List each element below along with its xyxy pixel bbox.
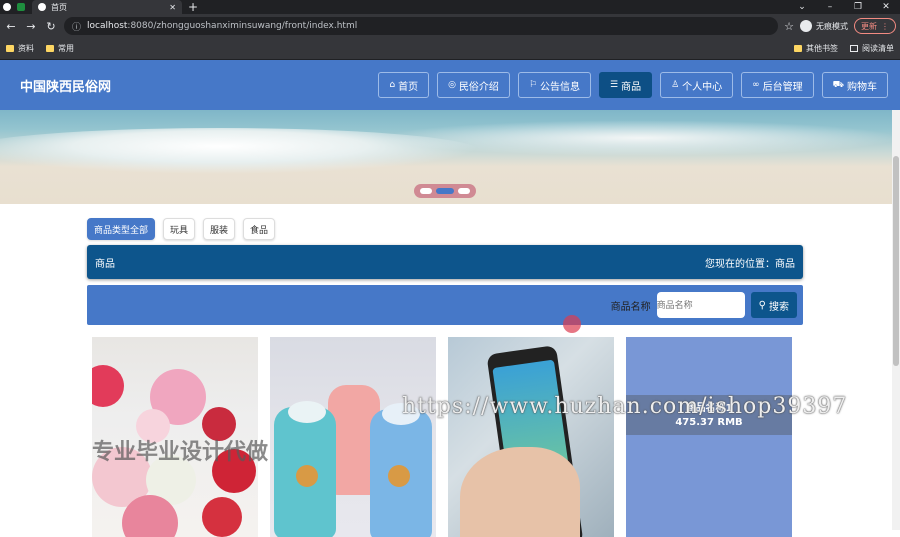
url-path: :8080/zhongguoshanximinsuwang/front/inde… xyxy=(127,21,358,31)
category-clothing[interactable]: 服装 xyxy=(203,218,236,240)
section-title: 商品 xyxy=(95,258,115,270)
search-button[interactable]: ⚲ 搜索 xyxy=(750,292,797,318)
back-icon[interactable]: ← xyxy=(4,20,18,33)
bookmark-label: 常用 xyxy=(58,44,74,53)
more-icon: ⋮ xyxy=(881,21,889,31)
main-content: 商品类型全部 玩具 服装 食品 商品 您现在的位置：商品 商品名称 ⚲ 搜索 xyxy=(87,218,803,325)
url-host: localhost xyxy=(87,21,128,31)
close-window-icon[interactable]: ✕ xyxy=(872,0,900,14)
link-icon: ∞ xyxy=(752,80,760,90)
search-label: 商品名称 xyxy=(610,301,651,313)
bookmark-label: 阅读清单 xyxy=(862,44,894,53)
bookmark-star-icon[interactable]: ☆ xyxy=(784,20,794,33)
search-input[interactable] xyxy=(656,292,745,318)
site-title: 中国陕西民俗网 xyxy=(20,79,112,95)
nav-label: 商品 xyxy=(621,81,642,93)
category-filters: 商品类型全部 玩具 服装 食品 xyxy=(87,218,803,240)
nav-label: 后台管理 xyxy=(762,81,803,93)
nav-label: 个人中心 xyxy=(682,81,723,93)
url-watermark: https://www.huzhan.com/ishop39397 xyxy=(402,394,848,419)
nav-label: 民俗介绍 xyxy=(458,81,499,93)
tab-close-icon[interactable]: ✕ xyxy=(169,3,176,12)
browser-tab-bar: 首页 ✕ + ⌄ – ❐ ✕ xyxy=(0,0,900,14)
nav-admin[interactable]: ∞ 后台管理 xyxy=(741,72,814,98)
search-bar: 商品名称 ⚲ 搜索 xyxy=(87,285,803,325)
bookmark-folder[interactable]: 资料 xyxy=(6,43,34,54)
nav-label: 购物车 xyxy=(847,81,877,93)
bookmark-folder[interactable]: 常用 xyxy=(46,43,74,54)
site-header: 中国陕西民俗网 ⌂ 首页 ◎ 民俗介绍 ⚐ 公告信息 ☰ 商品 ♙ 个人中心 ∞ 后台管理 … xyxy=(0,60,900,110)
reading-list[interactable]: 阅读清单 xyxy=(850,43,894,54)
nav-home[interactable]: ⌂ 首页 xyxy=(378,72,430,98)
nav-announcements[interactable]: ⚐ 公告信息 xyxy=(517,72,592,98)
text-watermark: 专业毕业设计代做 xyxy=(92,440,269,465)
product-card[interactable] xyxy=(448,337,614,537)
other-bookmarks[interactable]: 其他书签 xyxy=(794,43,838,54)
home-icon: ⌂ xyxy=(389,80,396,90)
main-nav: ⌂ 首页 ◎ 民俗介绍 ⚐ 公告信息 ☰ 商品 ♙ 个人中心 ∞ 后台管理 ⛟ 购物车 xyxy=(378,72,888,98)
globe-icon: ◎ xyxy=(448,80,456,90)
url-input[interactable]: ⓘ localhost:8080/zhongguoshanximinsuwang… xyxy=(64,17,779,35)
incognito-icon xyxy=(800,20,812,32)
update-button[interactable]: 更新 ⋮ xyxy=(854,18,896,34)
nav-cart[interactable]: ⛟ 购物车 xyxy=(821,72,888,98)
search-button-label: 搜索 xyxy=(769,301,789,313)
nav-label: 公告信息 xyxy=(540,81,581,93)
category-food[interactable]: 食品 xyxy=(243,218,276,240)
carousel-dot[interactable] xyxy=(420,188,432,194)
mouse-cursor xyxy=(563,315,581,333)
product-card[interactable]: 商品名称1 475.37 RMB xyxy=(626,337,792,537)
flag-icon: ⚐ xyxy=(528,80,538,90)
cart-icon: ⛟ xyxy=(832,79,844,90)
address-bar-row: ← → ↻ ⓘ localhost:8080/zhongguoshanximin… xyxy=(0,14,900,38)
nav-folk-intro[interactable]: ◎ 民俗介绍 xyxy=(437,72,510,98)
nav-personal-center[interactable]: ♙ 个人中心 xyxy=(660,72,734,98)
banner-carousel[interactable] xyxy=(0,110,892,204)
search-icon: ⚲ xyxy=(758,299,766,311)
window-controls: ⌄ – ❐ ✕ xyxy=(788,0,900,14)
bookmark-label: 其他书签 xyxy=(806,44,838,53)
nav-label: 首页 xyxy=(398,81,419,93)
category-all[interactable]: 商品类型全部 xyxy=(87,218,156,240)
bookmarks-bar: 资料 常用 其他书签 阅读清单 xyxy=(0,38,900,60)
info-icon[interactable]: ⓘ xyxy=(72,20,81,33)
folder-icon xyxy=(6,45,14,52)
folder-icon xyxy=(794,45,802,52)
reading-list-icon xyxy=(850,45,858,52)
breadcrumb: 商品 您现在的位置：商品 xyxy=(87,245,803,279)
bookmark-label: 资料 xyxy=(18,44,34,53)
nav-products[interactable]: ☰ 商品 xyxy=(599,72,653,98)
pinned-tab-icon[interactable] xyxy=(14,0,28,14)
profile-button[interactable]: 无痕模式 xyxy=(800,20,848,32)
folder-icon xyxy=(46,45,54,52)
carousel-indicators xyxy=(414,184,476,198)
chrome-icon[interactable] xyxy=(0,0,14,14)
tab-search-icon[interactable]: ⌄ xyxy=(788,0,816,14)
browser-tab-active[interactable]: 首页 ✕ xyxy=(32,0,182,14)
user-icon: ♙ xyxy=(671,80,680,90)
scrollbar-thumb[interactable] xyxy=(893,156,899,366)
forward-icon[interactable]: → xyxy=(24,20,38,33)
carousel-dot-active[interactable] xyxy=(436,188,454,194)
profile-label: 无痕模式 xyxy=(816,21,848,31)
update-label: 更新 xyxy=(861,21,877,31)
category-toys[interactable]: 玩具 xyxy=(163,218,196,240)
restore-icon[interactable]: ❐ xyxy=(844,0,872,14)
reload-icon[interactable]: ↻ xyxy=(44,20,58,33)
current-location: 您现在的位置：商品 xyxy=(705,258,795,270)
product-card[interactable] xyxy=(270,337,436,537)
minimize-icon[interactable]: – xyxy=(816,0,844,14)
list-icon: ☰ xyxy=(610,80,619,90)
new-tab-icon[interactable]: + xyxy=(188,0,198,14)
carousel-dot[interactable] xyxy=(458,188,470,194)
tab-title: 首页 xyxy=(51,2,67,12)
tab-favicon-icon xyxy=(38,3,46,11)
